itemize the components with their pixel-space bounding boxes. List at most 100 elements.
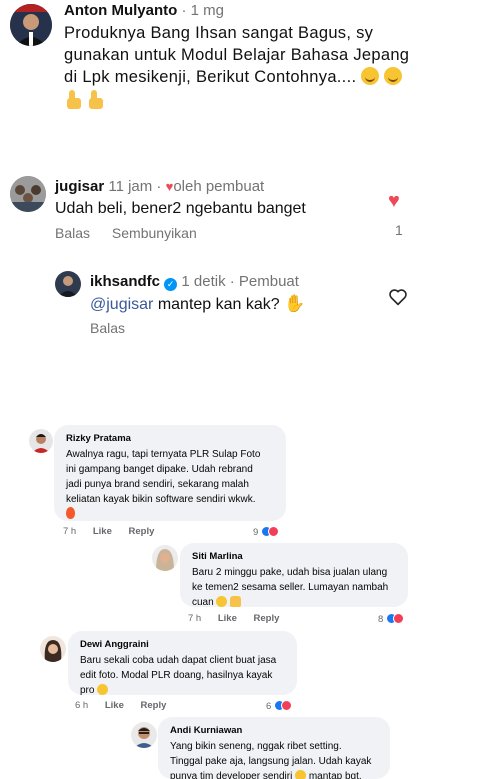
comment-text: Baru sekali coba udah dapat client buat … — [80, 653, 285, 698]
avatar-photo — [10, 4, 52, 46]
comment-line: Awalnya ragu, tapi ternyata PLR Sulap Fo… — [66, 449, 261, 460]
heart-eyes-emoji-icon — [216, 596, 228, 607]
love-reaction-icon — [392, 613, 404, 624]
avatar[interactable] — [131, 722, 157, 748]
comment-line: ini gampang banget dipake. Udah rebrand — [66, 464, 253, 475]
fire-emoji-icon — [66, 507, 75, 519]
comment-line: pro — [80, 683, 285, 698]
like-button[interactable]: Like — [105, 700, 124, 711]
avatar[interactable] — [29, 429, 53, 453]
smile-emoji-icon — [361, 67, 380, 85]
reaction-count: 6 — [266, 701, 272, 712]
comment-line: Produknya Bang Ihsan sangat Bagus, sy — [64, 24, 374, 42]
comment-text-body: mantep kan kak? — [153, 296, 285, 313]
comment-line: gunakan untuk Modul Belajar Bahasa Jepan… — [64, 46, 410, 64]
comment-time: 1 detik · Pembuat — [177, 273, 299, 290]
comment-actions: Balas Sembunyikan — [55, 225, 197, 241]
comment-line: Baru 2 minggu pake, udah bisa jualan ula… — [192, 567, 388, 578]
hide-button[interactable]: Sembunyikan — [112, 225, 197, 241]
avatar[interactable] — [40, 636, 66, 662]
comment-line: Tinggal pake aja, langsung jalan. Udah k… — [170, 756, 372, 767]
avatar-photo — [152, 545, 178, 571]
reaction-count: 8 — [378, 614, 384, 625]
comment-time: 7 h — [188, 613, 202, 624]
like-button[interactable]: Like — [93, 526, 112, 537]
comment-text: Baru 2 minggu pake, udah bisa jualan ula… — [192, 565, 396, 610]
reaction-summary[interactable]: 6 — [266, 700, 292, 712]
reaction-count: 9 — [253, 527, 259, 538]
author-name[interactable]: Andi Kurniawan — [170, 725, 378, 736]
comment-line: cuan — [192, 595, 396, 610]
avatar-photo — [55, 271, 81, 297]
comment-line: Yang bikin seneng, nggak ribet setting. — [170, 741, 342, 752]
thumbs-up-emoji-icon — [64, 90, 82, 110]
comment-line: ke temen2 sesama seller. Lumayan nambah — [192, 582, 389, 593]
avatar-photo — [29, 429, 53, 453]
love-reaction-icon — [267, 526, 279, 537]
comment-time: · 1 mg — [177, 2, 225, 19]
reply-button[interactable]: Balas — [90, 320, 125, 336]
liked-by-creator: oleh pembuat — [173, 178, 265, 195]
sunglasses-emoji-icon — [295, 770, 307, 779]
reaction-summary[interactable]: 9 — [253, 526, 279, 538]
like-heart-icon[interactable]: ♥ — [388, 190, 400, 213]
comment-line-text: cuan — [192, 597, 217, 608]
avatar-photo — [131, 722, 157, 748]
like-heart-outline-icon[interactable] — [388, 288, 408, 306]
author-name[interactable]: jugisar — [55, 178, 104, 195]
avatar[interactable] — [10, 4, 52, 46]
verified-badge-icon: ✓ — [164, 278, 178, 291]
avatar-photo — [40, 636, 66, 662]
author-name[interactable]: Siti Marlina — [192, 551, 396, 562]
love-reaction-icon — [280, 700, 292, 711]
author-name[interactable]: ikhsandfc — [90, 273, 160, 290]
comment-header: jugisar 11 jam · ♥oleh pembuat — [55, 178, 264, 195]
comment-line: Baru sekali coba udah dapat client buat … — [80, 655, 277, 666]
thumbs-up-emoji-icon — [86, 90, 104, 110]
reaction-summary[interactable]: 8 — [378, 613, 404, 625]
comment-actions: 7 h Like Reply — [63, 526, 168, 537]
avatar[interactable] — [10, 176, 46, 212]
comment-time: 6 h — [75, 700, 89, 711]
comment-emoji-row — [64, 90, 434, 112]
reply-button[interactable]: Reply — [129, 526, 155, 537]
smile-emoji-icon — [384, 67, 403, 85]
comment-line-text: punya tim developer sendiri — [170, 771, 296, 779]
author-name[interactable]: Rizky Pratama — [66, 433, 274, 444]
mention-link[interactable]: @jugisar — [90, 296, 153, 313]
reply-button[interactable]: Reply — [254, 613, 280, 624]
comment-text: Produknya Bang Ihsan sangat Bagus, sy gu… — [64, 22, 434, 112]
praying-hands-emoji-icon — [230, 596, 242, 607]
comment-line: punya tim developer sendiri mantap bgt. — [170, 769, 378, 779]
comment-emoji-row — [66, 507, 274, 522]
like-button[interactable]: Like — [218, 613, 237, 624]
avatar-photo — [10, 176, 46, 212]
avatar[interactable] — [152, 545, 178, 571]
comment-actions: 7 h Like Reply — [188, 613, 293, 624]
comment-text: @jugisar mantep kan kak? ✋ — [90, 294, 305, 314]
comment-bubble: Dewi Anggraini Baru sekali coba udah dap… — [68, 631, 297, 698]
comment-text: Awalnya ragu, tapi ternyata PLR Sulap Fo… — [66, 447, 274, 522]
avatar[interactable] — [55, 271, 81, 297]
comment-text: Yang bikin seneng, nggak ribet setting. … — [170, 739, 378, 779]
comment-time: 7 h — [63, 526, 77, 537]
author-name[interactable]: Anton Mulyanto — [64, 2, 177, 19]
comment-bubble: Siti Marlina Baru 2 minggu pake, udah bi… — [180, 543, 408, 610]
comment-line-text: pro — [80, 685, 98, 696]
comment-actions: 6 h Like Reply — [75, 700, 180, 711]
comment-line: keliatan kayak bikin software sendiri wk… — [66, 494, 256, 505]
reply-button[interactable]: Balas — [55, 225, 90, 241]
comment-line: edit foto. Modal PLR doang, hasilnya kay… — [80, 670, 273, 681]
clapping-hands-emoji-icon: ✋ — [284, 294, 306, 313]
comment-line: jadi punya brand sendiri, sekarang malah — [66, 479, 249, 490]
sunglasses-emoji-icon — [97, 684, 109, 695]
comment-line-text: di Lpk mesikenji, Berikut Contohnya.... — [64, 68, 362, 86]
comment-author[interactable]: Anton Mulyanto · 1 mg — [64, 2, 224, 19]
comment-text: Udah beli, bener2 ngebantu banget — [55, 200, 306, 217]
author-name[interactable]: Dewi Anggraini — [80, 639, 285, 650]
like-count: 1 — [395, 222, 403, 238]
comment-line-text: mantap bgt. — [306, 771, 362, 779]
comment-header: ikhsandfc ✓ 1 detik · Pembuat — [90, 273, 299, 291]
reply-button[interactable]: Reply — [141, 700, 167, 711]
comment-time: 11 jam · — [104, 178, 166, 195]
